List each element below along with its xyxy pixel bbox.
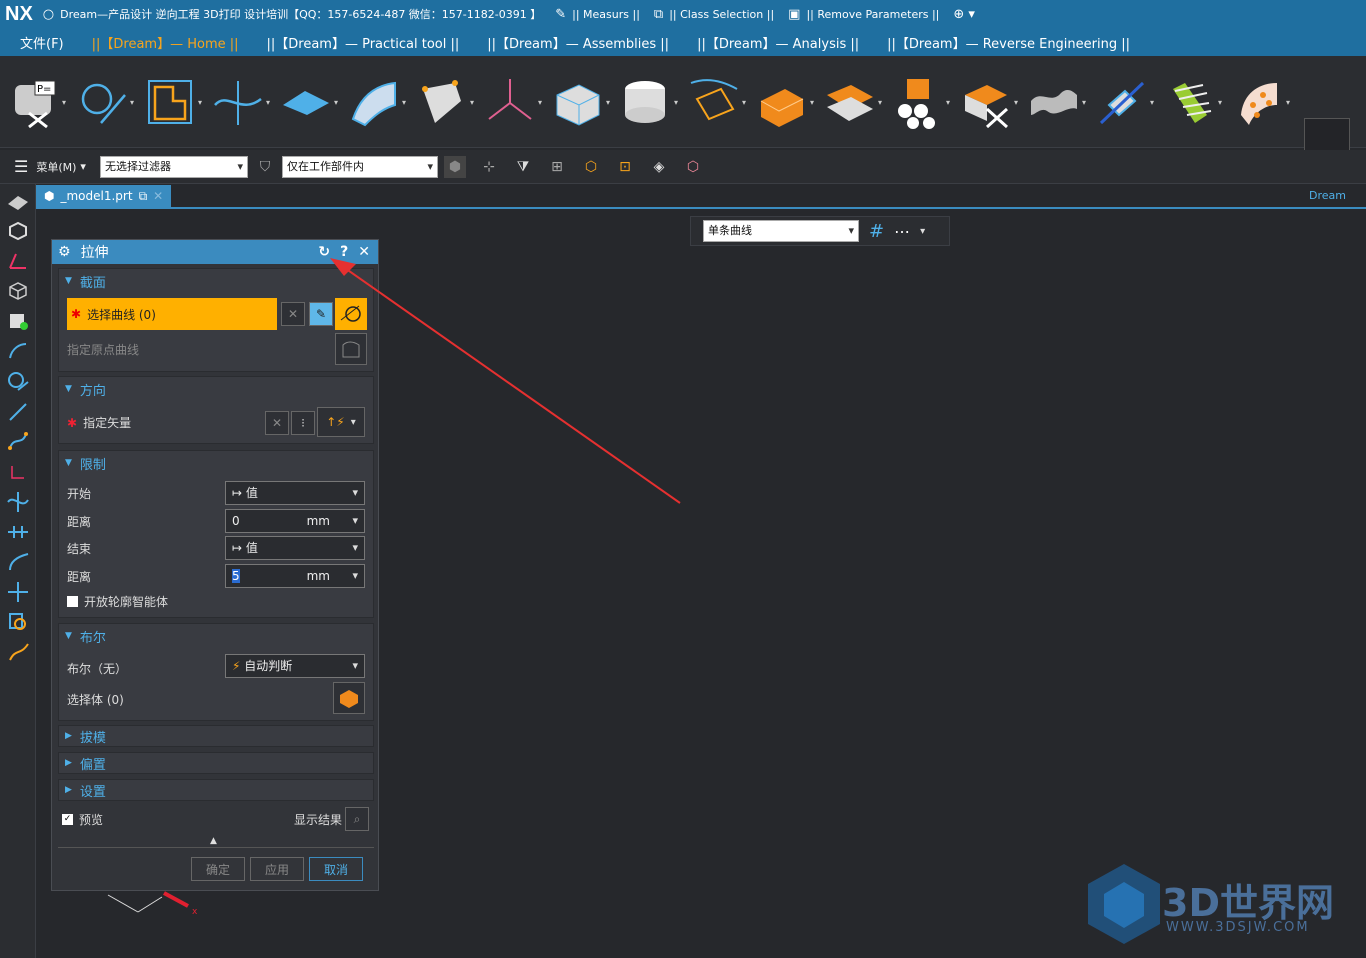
- watermark: 3D世界网 WWW.3DSJW.COM: [1082, 862, 1352, 946]
- watermark-brand: 3D世界网: [1162, 881, 1334, 925]
- svg-text:x: x: [192, 907, 198, 917]
- watermark-logo-icon: [1088, 864, 1160, 944]
- callout-arrow: [341, 265, 681, 504]
- watermark-url: WWW.3DSJW.COM: [1166, 920, 1310, 935]
- annotation-overlay: x: [107, 258, 681, 917]
- wcs-triad: x: [107, 891, 198, 917]
